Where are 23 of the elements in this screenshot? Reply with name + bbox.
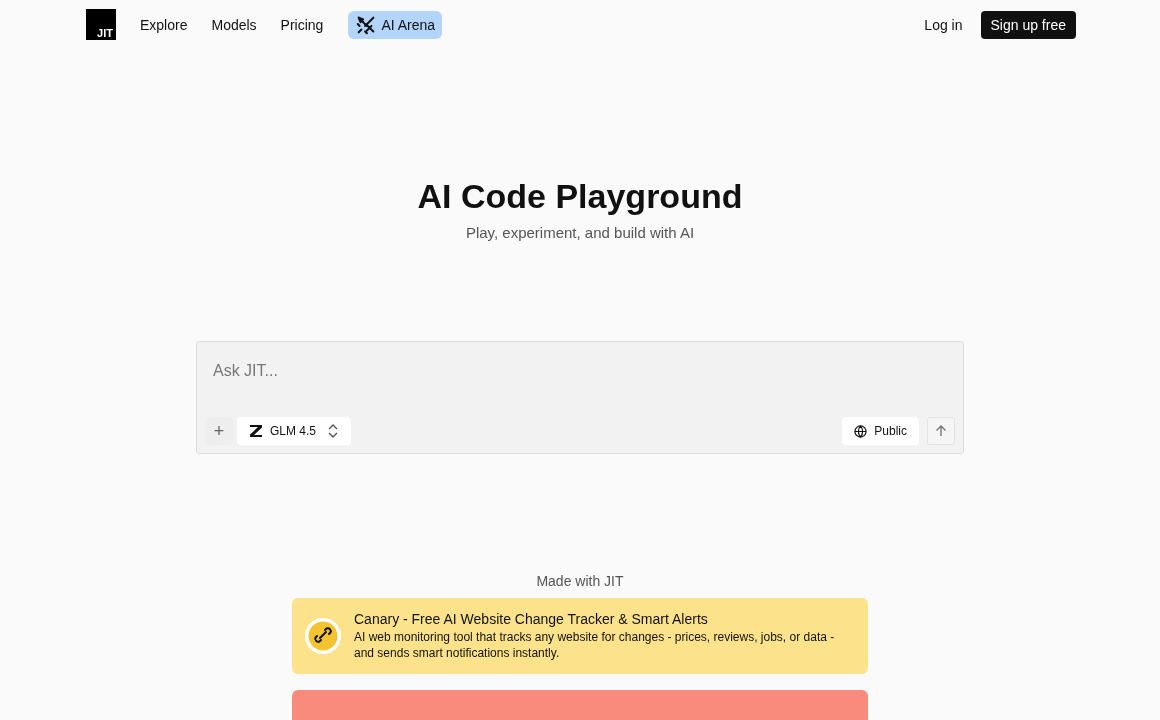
nav-link[interactable]: Pricing: [280, 16, 324, 33]
arena-link[interactable]: AI Arena: [348, 10, 443, 39]
nav-link[interactable]: Explore: [140, 16, 188, 33]
logo[interactable]: JIT: [86, 9, 116, 40]
section-heading: Made with JIT: [535, 573, 625, 589]
chevron-updown-icon: [327, 424, 340, 438]
card-title: Canary - Free AI Website Change Tracker & Smart Alerts: [354, 611, 709, 627]
project-card[interactable]: Canary - Free AI Website Change Tracker & Smart Alerts AI web monitoring tool that tracks any website for changes - prices, reviews, jobs, or data - and sends smart notifications instantly.: [292, 598, 868, 674]
card-description: AI web monitoring tool that tracks any website for changes - prices, reviews, jobs, or data - and sends smart notifications instantly.: [354, 629, 836, 661]
page-subtitle: Play, experiment, and build with AI: [464, 224, 696, 241]
globe-icon: [854, 424, 868, 438]
visibility-button[interactable]: Public: [842, 417, 919, 445]
add-button[interactable]: +: [205, 417, 233, 445]
send-button[interactable]: [927, 417, 955, 445]
arrow-up-icon: [935, 425, 947, 437]
model-selector[interactable]: GLM 4.5: [237, 417, 352, 445]
signup-button[interactable]: Sign up free: [980, 10, 1076, 39]
nav-link[interactable]: Models: [211, 16, 257, 33]
zigzag-logo-icon: [249, 424, 263, 438]
login-link[interactable]: Log in: [924, 16, 963, 33]
prompt-field[interactable]: Ask JIT... + GLM 4.5 Public: [196, 341, 964, 454]
page-title: AI Code Playground: [416, 176, 744, 216]
link-icon: [304, 617, 342, 655]
